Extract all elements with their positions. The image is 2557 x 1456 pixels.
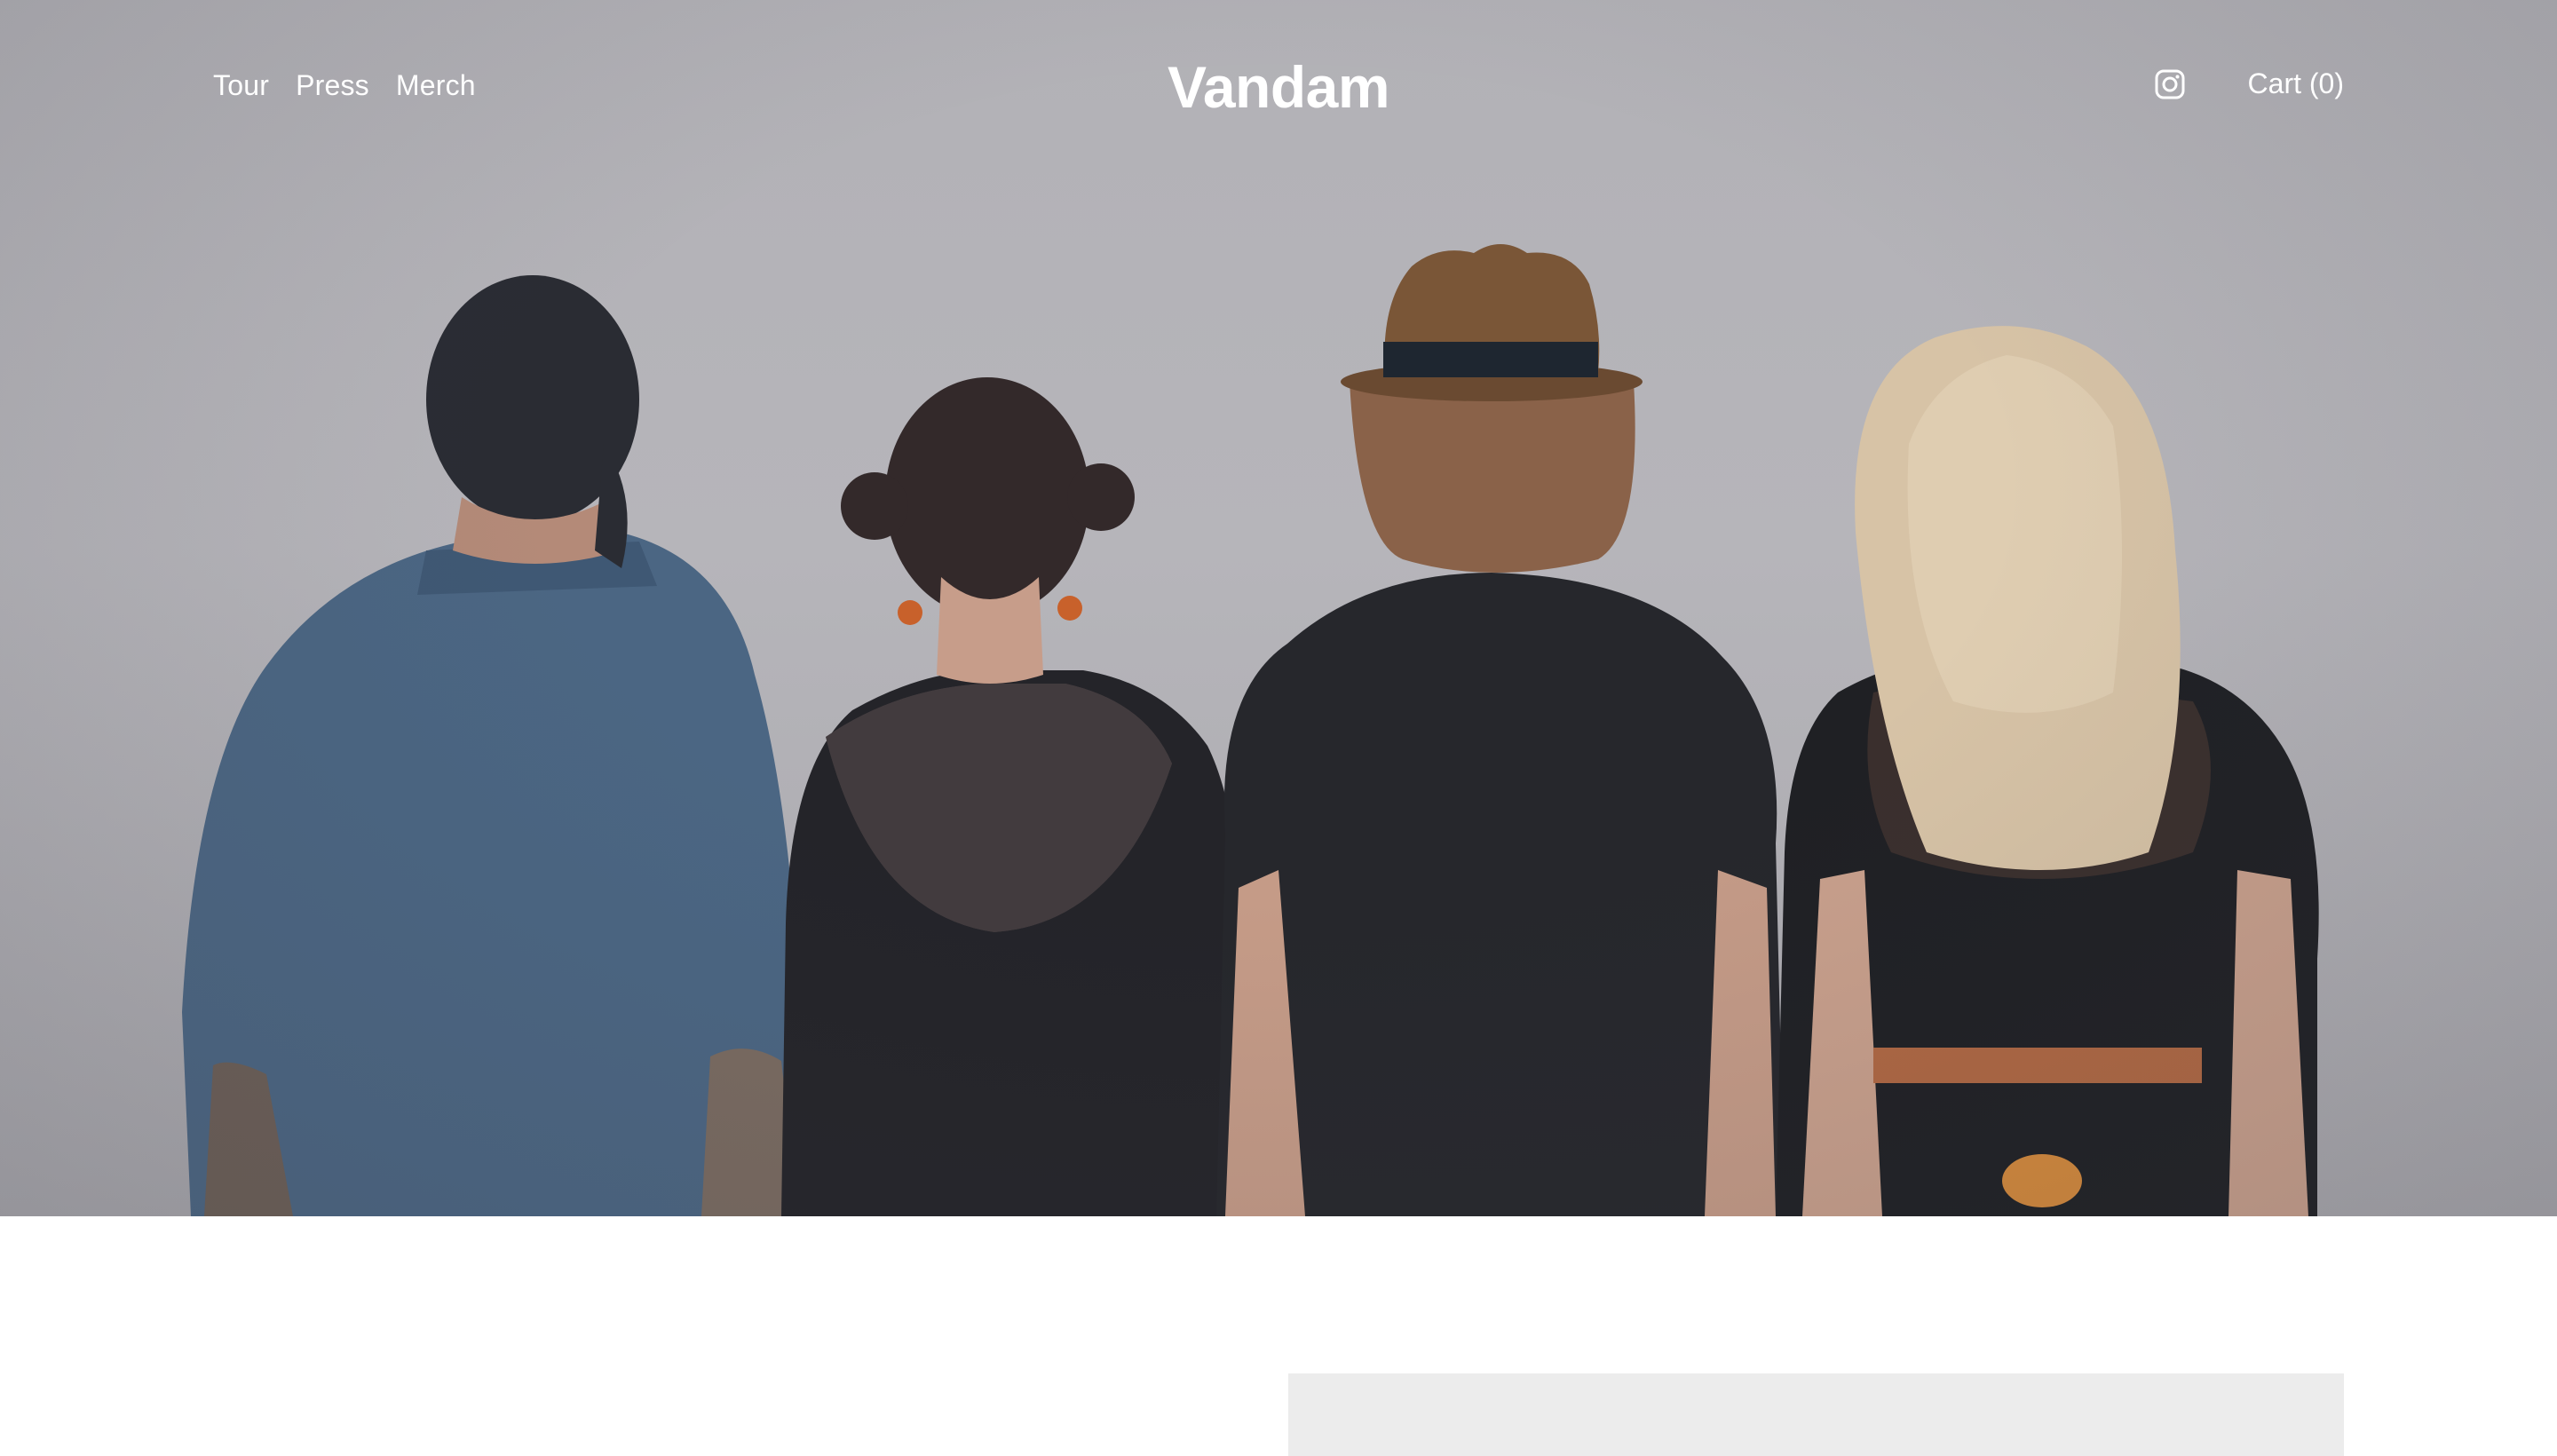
cart-link[interactable]: Cart (0)	[2248, 67, 2344, 100]
person-blonde-hair	[1776, 326, 2319, 1216]
content-image-placeholder	[1288, 1373, 2344, 1456]
person-black-tee-hat	[1216, 244, 1785, 1216]
person-denim-shirt	[182, 275, 808, 1216]
person-lace-top	[781, 377, 1247, 1216]
header-actions: Cart (0)	[2154, 67, 2344, 100]
instagram-icon[interactable]	[2154, 68, 2186, 100]
site-header: Tour Press Merch Vandam Cart (0)	[0, 0, 2557, 186]
hero-banner: Tour Press Merch Vandam Cart (0)	[0, 0, 2557, 1216]
